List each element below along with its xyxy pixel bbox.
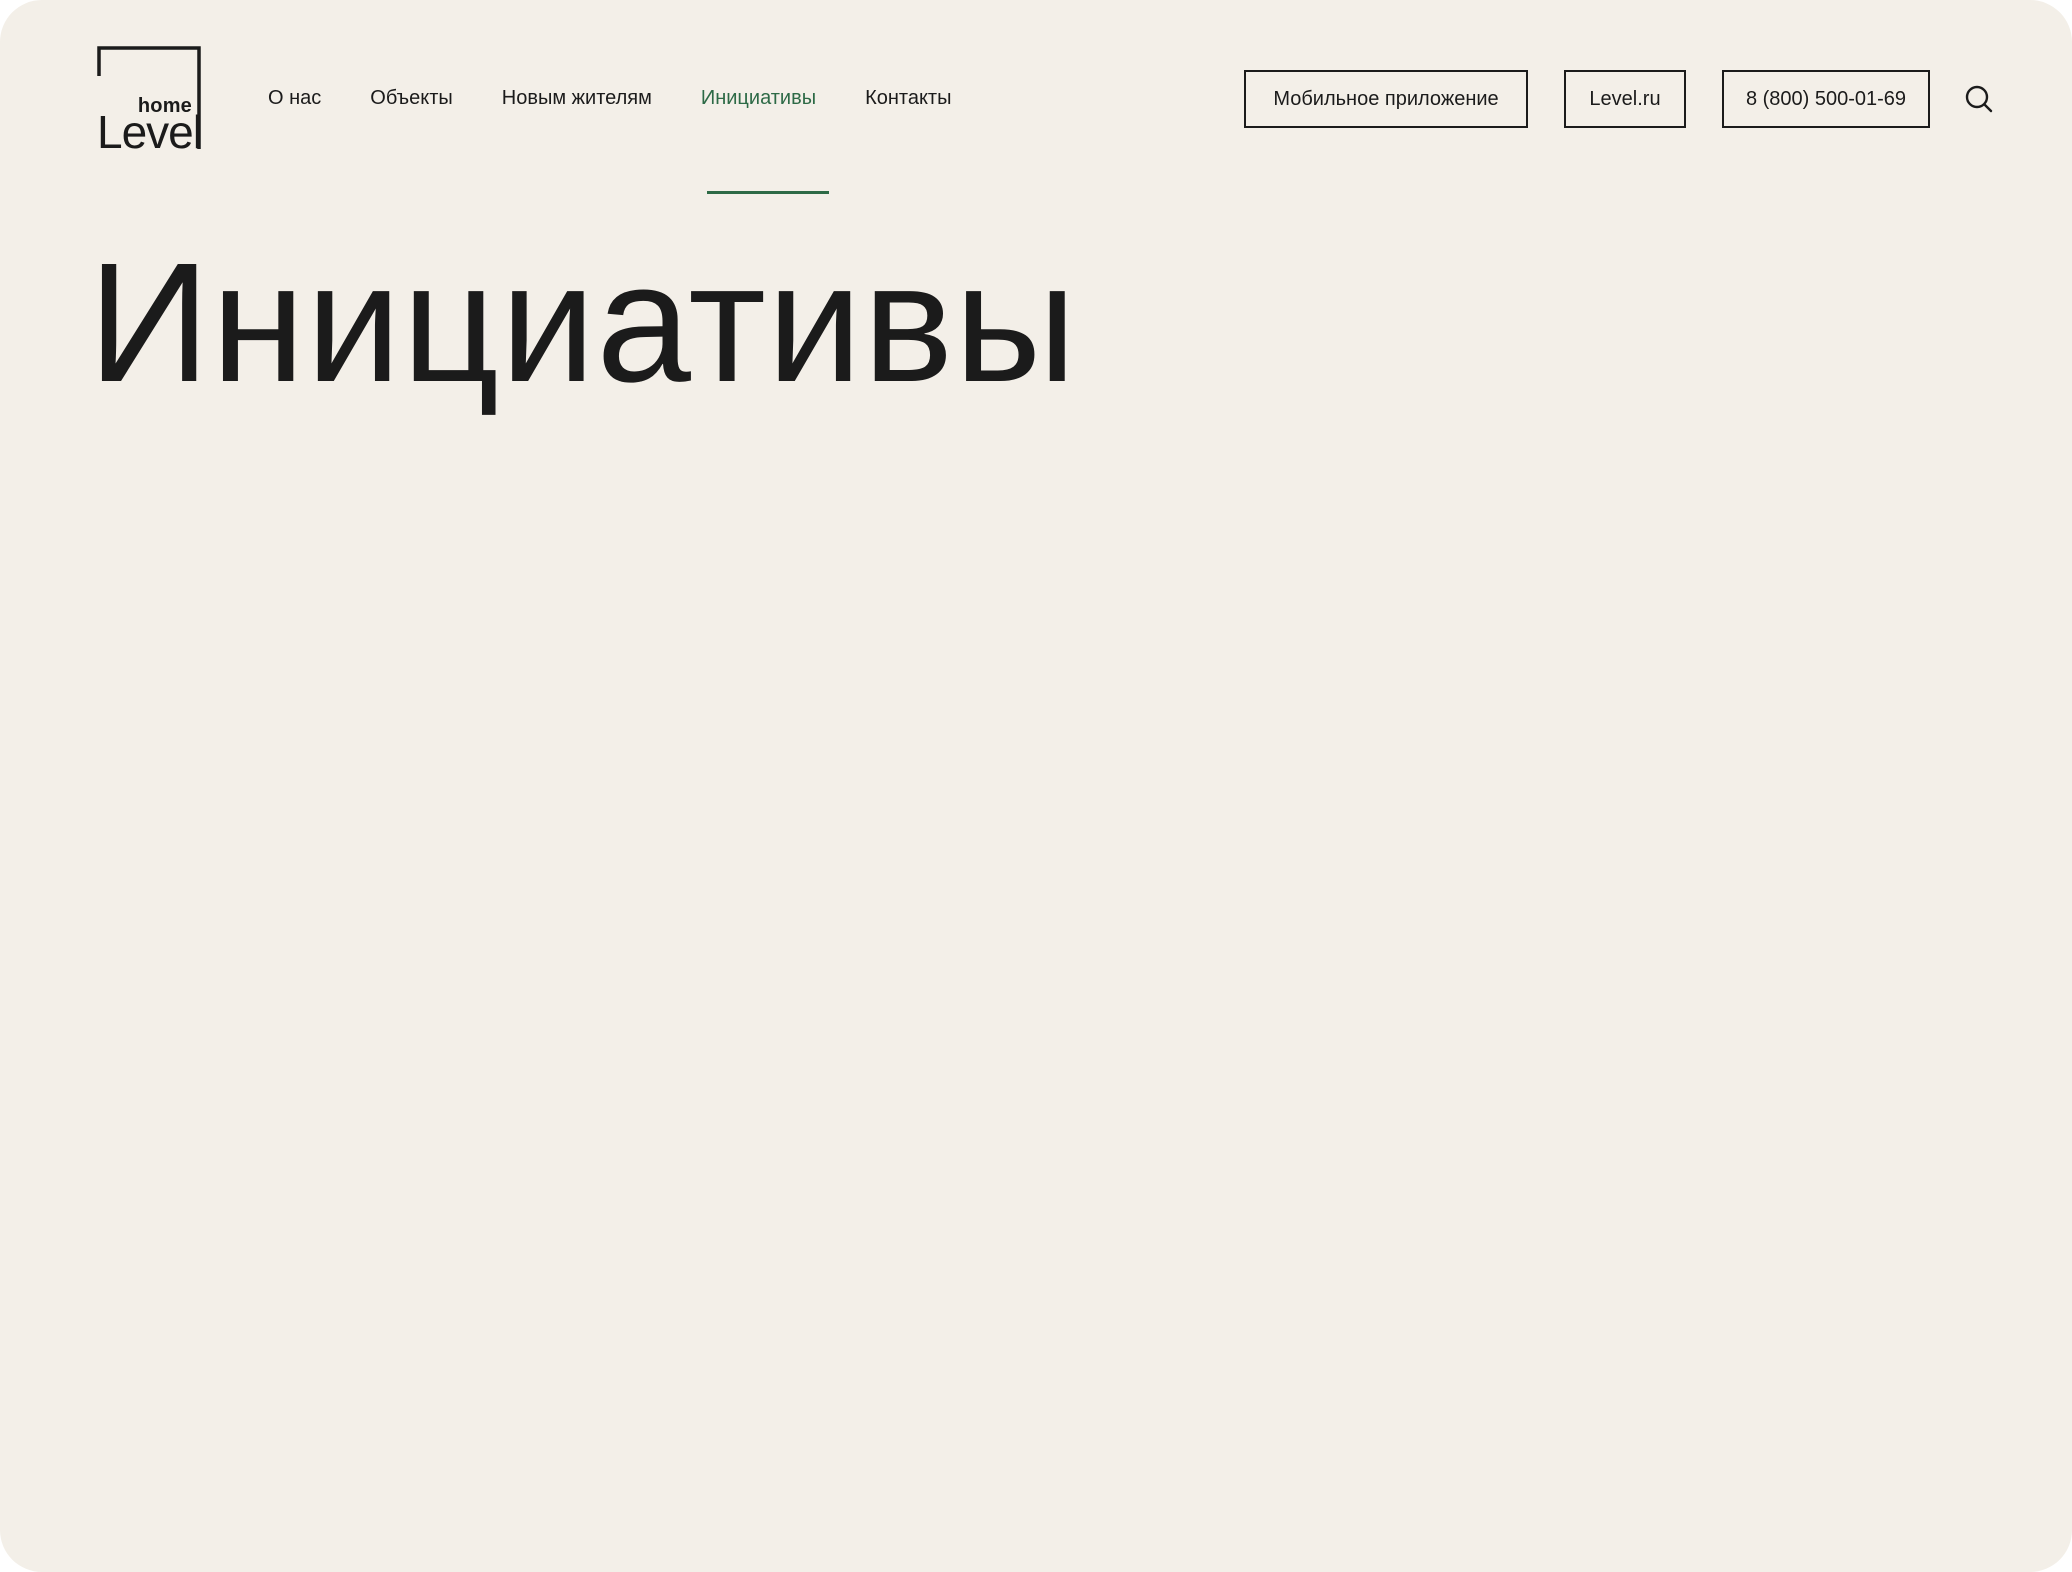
nav-item-contacts[interactable]: Контакты — [865, 87, 951, 110]
nav-item-new-residents[interactable]: Новым жителям — [502, 87, 652, 110]
nav-item-objects[interactable]: Объекты — [370, 87, 452, 110]
logo-level-text: Level — [97, 106, 203, 158]
mobile-app-button[interactable]: Мобильное приложение — [1244, 70, 1528, 128]
nav-item-about[interactable]: О нас — [268, 87, 321, 110]
active-nav-underline — [707, 191, 829, 194]
page-title: Инициативы — [88, 228, 1078, 418]
level-ru-button[interactable]: Level.ru — [1564, 70, 1686, 128]
nav-item-initiatives[interactable]: Инициативы — [701, 87, 816, 110]
page: home Level О нас Объекты Новым жителям И… — [0, 0, 2072, 1572]
main-nav: О нас Объекты Новым жителям Инициативы К… — [268, 82, 1000, 114]
search-icon[interactable] — [1964, 84, 1994, 114]
phone-button[interactable]: 8 (800) 500-01-69 — [1722, 70, 1930, 128]
home-level-logo[interactable]: home Level — [97, 46, 203, 155]
